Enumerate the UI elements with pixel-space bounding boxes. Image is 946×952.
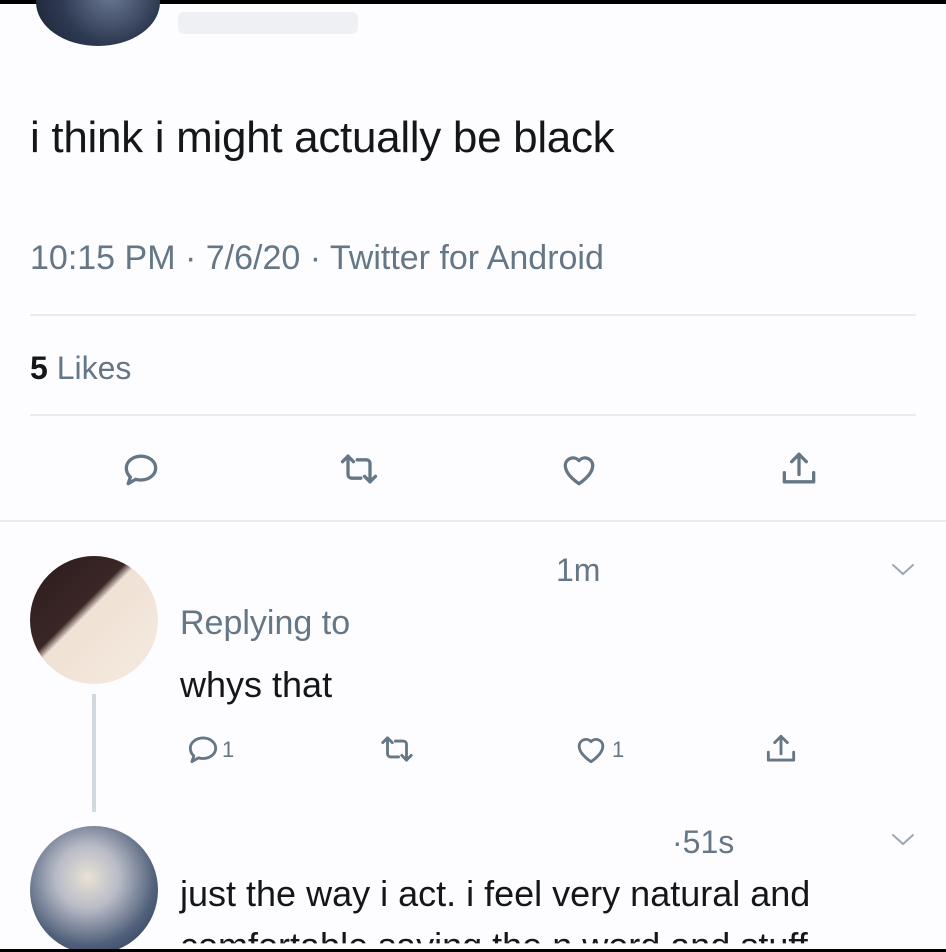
replying-to-label: Replying to xyxy=(180,604,351,642)
tweet-screenshot: i think i might actually be black 10:15 … xyxy=(0,0,946,952)
tweet-meta: 10:15 PM · 7/6/20 · Twitter for Android xyxy=(30,239,604,277)
reply-timestamp: ·51s xyxy=(672,824,735,860)
chevron-down-icon[interactable] xyxy=(890,562,916,578)
reply-avatar[interactable] xyxy=(30,826,158,952)
like-button[interactable] xyxy=(554,444,604,494)
heart-icon xyxy=(577,738,605,764)
likes-number: 5 xyxy=(30,350,48,386)
share-button[interactable] xyxy=(756,724,806,774)
reply-text: just the way i act. i feel very natural … xyxy=(180,868,810,952)
reply-text-line2: comfortable saying the n word and stuff xyxy=(180,925,808,952)
reply-text-line1: just the way i act. i feel very natural … xyxy=(180,873,811,914)
reply-icon xyxy=(188,736,218,764)
reply-icon xyxy=(124,454,158,486)
likes-count[interactable]: 5 Likes xyxy=(30,346,131,390)
share-icon xyxy=(766,734,796,762)
reply-button[interactable] xyxy=(116,444,166,494)
divider xyxy=(30,314,916,316)
like-count: 1 xyxy=(612,737,625,762)
reply-avatar[interactable] xyxy=(30,556,158,684)
likes-label: Likes xyxy=(56,350,132,386)
tweet-text: i think i might actually be black xyxy=(30,113,615,162)
like-button[interactable] xyxy=(566,724,616,774)
heart-icon xyxy=(563,456,595,486)
thread-line xyxy=(92,694,96,812)
share-button[interactable] xyxy=(774,444,824,494)
retweet-button[interactable] xyxy=(372,724,422,774)
retweet-button[interactable] xyxy=(334,444,384,494)
retweet-icon xyxy=(381,736,413,762)
retweet-icon xyxy=(340,454,378,484)
reply-timestamp: 1m xyxy=(556,552,601,588)
author-name-blurred xyxy=(178,12,358,34)
reply-count: 1 xyxy=(222,737,235,762)
reply-text: whys that xyxy=(180,664,333,705)
chevron-down-icon[interactable] xyxy=(890,832,916,848)
divider xyxy=(30,414,916,416)
reply-button[interactable] xyxy=(178,724,228,774)
share-icon xyxy=(782,452,816,484)
divider xyxy=(0,520,946,522)
author-avatar[interactable] xyxy=(36,0,160,46)
